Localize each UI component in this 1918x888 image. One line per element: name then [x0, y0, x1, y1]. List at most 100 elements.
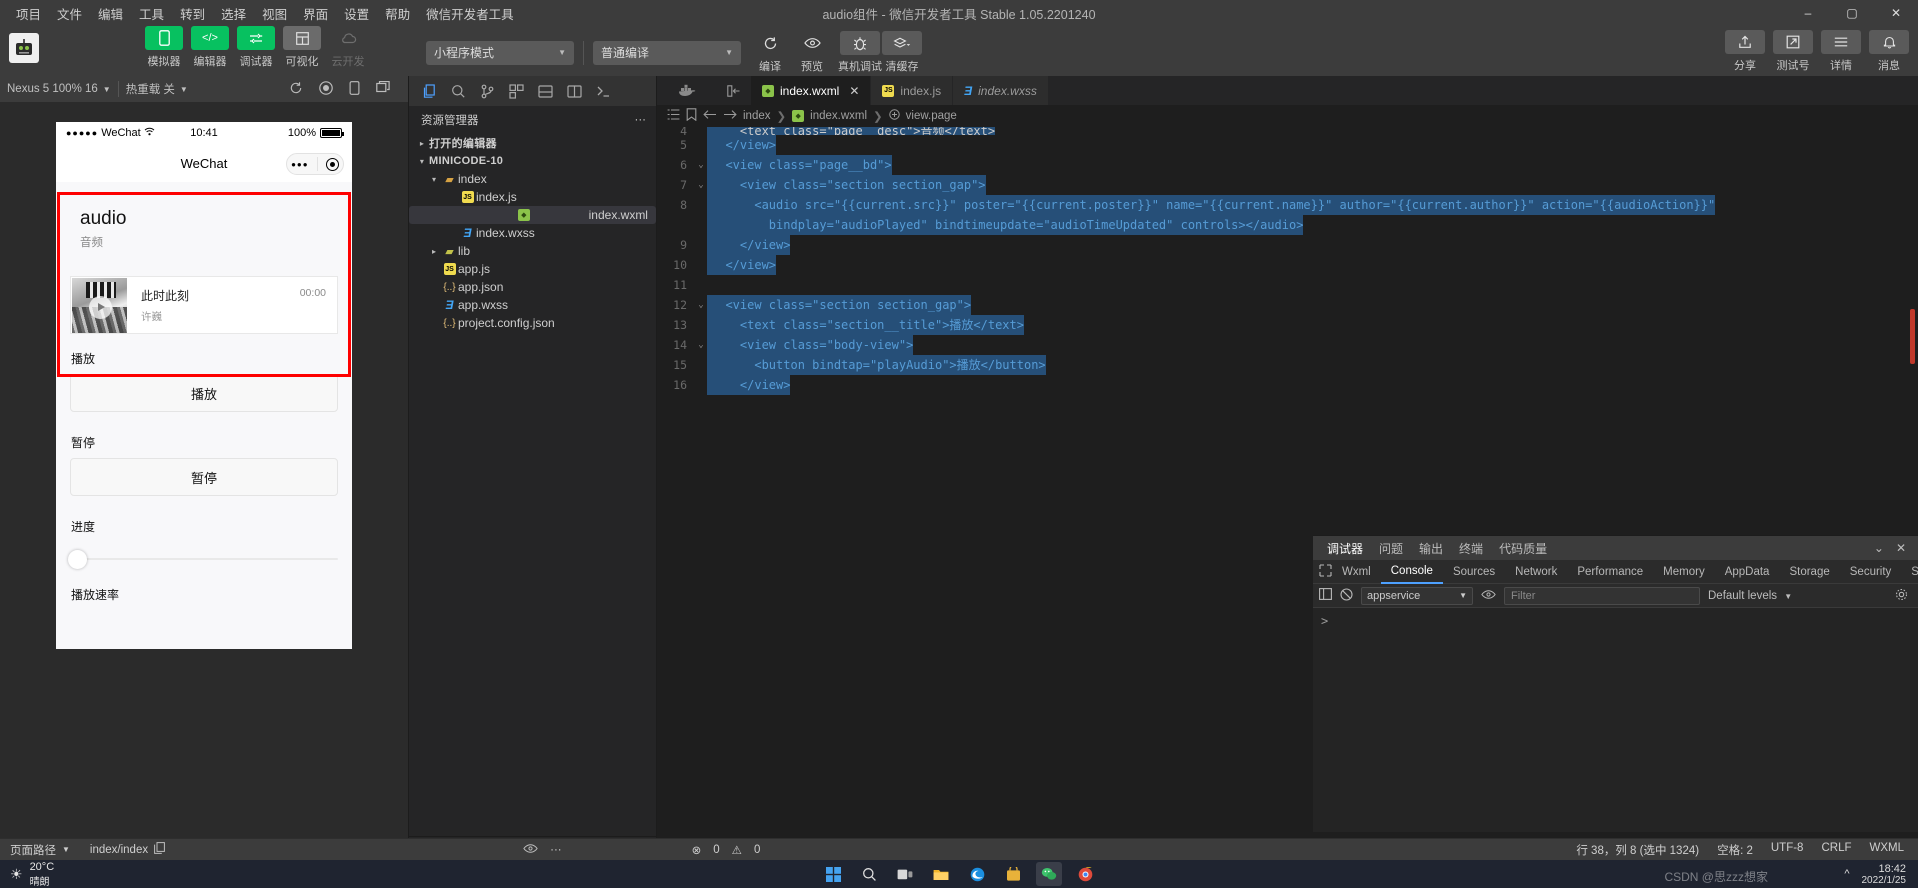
console-filter-input[interactable]: Filter: [1504, 586, 1700, 605]
menu-item-settings[interactable]: 设置: [336, 0, 377, 27]
files-icon[interactable]: [416, 79, 442, 103]
preview-button[interactable]: 预览: [791, 31, 833, 74]
explorer-more-icon[interactable]: ···: [635, 114, 647, 126]
indentation[interactable]: 空格: 2: [1717, 842, 1753, 858]
compile-select[interactable]: 普通编译 ▼: [593, 40, 741, 65]
menu-item-project[interactable]: 项目: [8, 0, 49, 27]
panel-tab-memory[interactable]: Memory: [1653, 560, 1715, 584]
panel-layout-icon[interactable]: [532, 79, 558, 103]
panel-tab-storage[interactable]: Storage: [1779, 560, 1839, 584]
status-problems[interactable]: ⊗ 0 ⚠ 0: [692, 843, 761, 857]
details-button[interactable]: 详情: [1820, 30, 1862, 73]
simulator-popout-icon[interactable]: [376, 80, 390, 98]
copy-icon[interactable]: [154, 842, 166, 857]
tab-index-js[interactable]: JS index.js: [871, 76, 954, 105]
edge-browser-icon[interactable]: [964, 862, 990, 886]
breadcrumb-index[interactable]: index: [743, 110, 771, 122]
devtools-tab-problems[interactable]: 问题: [1379, 540, 1403, 557]
fold-icon[interactable]: ⌄: [695, 295, 707, 315]
devtools-tab-terminal[interactable]: 终端: [1459, 540, 1483, 557]
device-select[interactable]: Nexus 5 100% 16 ▼: [0, 83, 118, 95]
panel-tab-sensor[interactable]: Sensor: [1901, 560, 1918, 584]
phone-viewport[interactable]: ●●●●● WeChat 10:41 100% WeChat ●●● audio…: [56, 122, 352, 649]
clear-console-icon[interactable]: [1340, 587, 1353, 604]
clear-cache-button[interactable]: 清缓存: [881, 31, 923, 74]
devtools-tab-output[interactable]: 输出: [1419, 540, 1443, 557]
panel-tab-network[interactable]: Network: [1505, 560, 1567, 584]
menu-item-tools[interactable]: 工具: [131, 0, 172, 27]
inspect-element-icon[interactable]: [1319, 563, 1332, 580]
console-context-select[interactable]: appservice ▼: [1361, 586, 1473, 605]
minimize-button[interactable]: –: [1786, 0, 1830, 26]
slider-knob[interactable]: [68, 550, 87, 569]
tree-project-root[interactable]: ▾ MINICODE-10: [409, 152, 656, 170]
tool-simulator[interactable]: 模拟器: [144, 26, 184, 69]
collapse-sidebar-icon[interactable]: [717, 76, 751, 105]
fold-icon[interactable]: ⌄: [695, 175, 707, 195]
console-levels-select[interactable]: Default levels ▼: [1708, 590, 1792, 602]
panel-tab-security[interactable]: Security: [1840, 560, 1902, 584]
tree-item-index-wxss[interactable]: ▸ Ǝ index.wxss: [409, 224, 656, 242]
mode-select[interactable]: 小程序模式 ▼: [426, 40, 574, 65]
panel-tab-performance[interactable]: Performance: [1567, 560, 1653, 584]
encoding[interactable]: UTF-8: [1771, 842, 1804, 858]
maximize-button[interactable]: ▢: [1830, 0, 1874, 26]
menu-item-edit[interactable]: 编辑: [90, 0, 131, 27]
compile-button[interactable]: 编译: [749, 31, 791, 74]
capsule-buttons[interactable]: ●●●: [286, 153, 344, 175]
outline-list-icon[interactable]: [667, 109, 680, 123]
extensions-icon[interactable]: [503, 79, 529, 103]
search-icon[interactable]: [445, 79, 471, 103]
tool-cloud[interactable]: 云开发: [328, 26, 368, 69]
tool-editor[interactable]: </> 编辑器: [190, 26, 230, 69]
tab-index-wxss[interactable]: Ǝ index.wxss: [953, 76, 1049, 105]
breadcrumb-file[interactable]: index.wxml: [810, 110, 867, 122]
hot-reload-select[interactable]: 热重载 关 ▼: [119, 81, 195, 97]
messages-button[interactable]: 消息: [1868, 30, 1910, 73]
scrollbar-marker[interactable]: [1910, 309, 1915, 364]
tree-item-index-js[interactable]: ▸ JS index.js: [409, 188, 656, 206]
project-avatar[interactable]: [9, 33, 39, 63]
simulator-device-icon[interactable]: [349, 80, 360, 98]
store-icon[interactable]: [1000, 862, 1026, 886]
file-explorer-icon[interactable]: [928, 862, 954, 886]
devtools-tab-quality[interactable]: 代码质量: [1499, 540, 1547, 557]
menu-item-select[interactable]: 选择: [213, 0, 254, 27]
audio-component[interactable]: 此时此刻 许巍 00:00: [70, 276, 338, 334]
taskbar-clock[interactable]: ^ 18:42 2022/1/25: [1844, 863, 1918, 886]
start-icon[interactable]: [820, 862, 846, 886]
real-device-debug-button[interactable]: 真机调试: [838, 31, 882, 74]
tool-debugger[interactable]: 调试器: [236, 26, 276, 69]
tree-item-app-js[interactable]: JS app.js: [409, 260, 656, 278]
menu-item-file[interactable]: 文件: [49, 0, 90, 27]
source-control-icon[interactable]: [474, 79, 500, 103]
share-button[interactable]: 分享: [1724, 30, 1766, 73]
simulator-record-icon[interactable]: [319, 80, 333, 98]
close-button[interactable]: ✕: [1874, 0, 1918, 26]
terminal-icon[interactable]: [590, 79, 616, 103]
tree-open-editors[interactable]: ▸ 打开的编辑器: [409, 134, 656, 152]
wechat-devtools-icon[interactable]: [1036, 862, 1062, 886]
tree-item-app-json[interactable]: {..} app.json: [409, 278, 656, 296]
close-icon[interactable]: ✕: [849, 84, 859, 98]
panel-tab-console[interactable]: Console: [1380, 560, 1443, 584]
tray-chevron-icon[interactable]: ^: [1844, 868, 1849, 880]
test-account-button[interactable]: 测试号: [1772, 30, 1814, 73]
progress-slider[interactable]: [68, 542, 338, 569]
search-icon[interactable]: [856, 862, 882, 886]
menu-item-goto[interactable]: 转到: [172, 0, 213, 27]
console-settings-icon[interactable]: [1895, 588, 1918, 604]
play-button[interactable]: 播放: [70, 374, 338, 412]
panel-tab-sources[interactable]: Sources: [1443, 560, 1505, 584]
tool-visual[interactable]: 可视化: [282, 26, 322, 69]
devtools-tab-debugger[interactable]: 调试器: [1327, 540, 1363, 557]
preview-eye-icon[interactable]: [523, 843, 538, 857]
menu-item-help[interactable]: 帮助: [377, 0, 418, 27]
tree-item-app-wxss[interactable]: Ǝ app.wxss: [409, 296, 656, 314]
menu-item-view[interactable]: 视图: [254, 0, 295, 27]
fold-icon[interactable]: ⌄: [695, 335, 707, 355]
breadcrumb-symbol[interactable]: view.page: [906, 110, 957, 122]
close-panel-icon[interactable]: ✕: [1896, 541, 1906, 555]
split-editor-icon[interactable]: [561, 79, 587, 103]
console-sidebar-icon[interactable]: [1319, 588, 1332, 603]
